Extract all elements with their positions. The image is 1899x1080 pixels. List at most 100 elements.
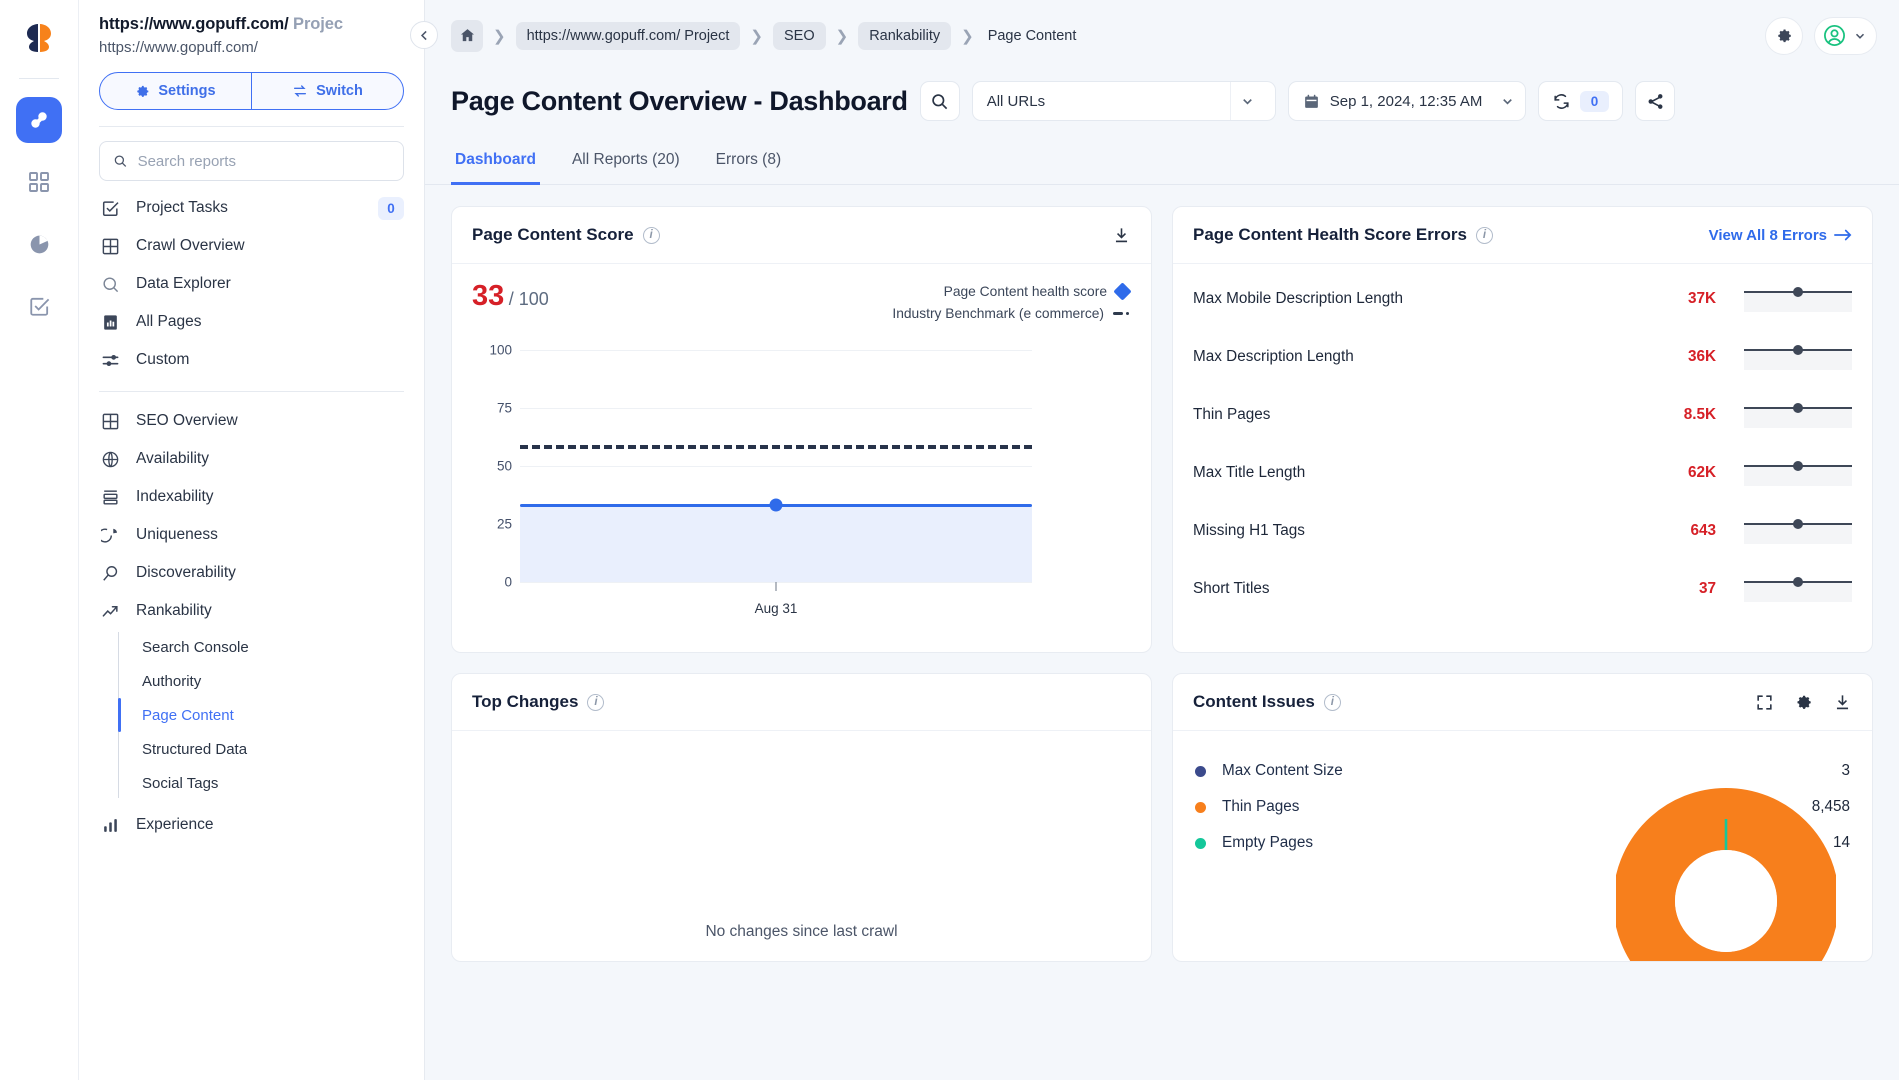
date-range-value: Sep 1, 2024, 12:35 AM [1330, 93, 1483, 110]
table-row[interactable]: Missing H1 Tags 643 [1193, 502, 1852, 560]
url-filter-select[interactable]: All URLs [972, 81, 1276, 121]
date-range-select[interactable]: Sep 1, 2024, 12:35 AM [1288, 81, 1526, 121]
error-sparkline [1744, 402, 1852, 428]
legend-label: Page Content health score [944, 284, 1107, 299]
table-row[interactable]: Thin Pages 8.5K [1193, 386, 1852, 444]
sidebar-item-custom[interactable]: Custom [99, 341, 404, 379]
error-name: Max Mobile Description Length [1193, 290, 1403, 308]
rail-item-apps[interactable] [16, 159, 62, 205]
download-icon [1112, 226, 1131, 245]
sidebar-item-data-explorer[interactable]: Data Explorer [99, 265, 404, 303]
sidebar-divider [99, 126, 404, 127]
url-filter-value: All URLs [987, 93, 1045, 110]
rail-item-tasks[interactable] [16, 283, 62, 329]
topbar-settings-button[interactable] [1765, 17, 1803, 55]
sidebar-item-label: Indexability [136, 488, 214, 506]
project-title-url: https://www.gopuff.com/ [99, 15, 289, 33]
sidebar: https://www.gopuff.com/ Projec https://w… [79, 0, 425, 1080]
score-data-point[interactable] [770, 499, 783, 512]
refresh-button[interactable]: 0 [1538, 81, 1624, 121]
breadcrumb-rankability[interactable]: Rankability [858, 22, 951, 50]
sidebar-item-project-tasks[interactable]: Project Tasks 0 [99, 189, 404, 227]
issue-label: Thin Pages [1222, 798, 1299, 816]
switch-button[interactable]: Switch [251, 73, 403, 109]
legend-dot [1195, 766, 1206, 777]
info-icon[interactable]: i [1476, 227, 1493, 244]
view-all-label: View All 8 Errors [1709, 227, 1827, 244]
table-row[interactable]: Short Titles 37 [1193, 560, 1852, 618]
top-changes-card: Top Changes i No changes since last craw… [451, 673, 1152, 962]
y-tick-100: 100 [489, 343, 512, 358]
error-value: 62K [1628, 464, 1716, 482]
sidebar-item-label: Discoverability [136, 564, 236, 582]
page-search-button[interactable] [920, 81, 960, 121]
topbar: ❯ https://www.gopuff.com/ Project ❯ SEO … [425, 0, 1899, 71]
y-tick-75: 75 [497, 401, 512, 416]
sidebar-item-availability[interactable]: Availability [99, 440, 404, 478]
sidebar-subitem-page-content[interactable]: Page Content [119, 698, 404, 732]
checkbox-icon [99, 199, 121, 218]
refresh-count-badge: 0 [1580, 91, 1610, 112]
tab-errors[interactable]: Errors (8) [712, 141, 785, 185]
card-title: Top Changes [472, 692, 578, 712]
x-tick [776, 582, 777, 591]
expand-button[interactable] [1755, 693, 1774, 712]
content-issues-settings-button[interactable] [1794, 693, 1813, 712]
card-title: Page Content Score [472, 225, 634, 245]
sidebar-item-rankability[interactable]: Rankability [99, 592, 404, 630]
magnifier-search-icon [99, 564, 121, 583]
sidebar-item-label: Uniqueness [136, 526, 218, 544]
table-row[interactable]: Max Title Length 62K [1193, 444, 1852, 502]
settings-button[interactable]: Settings [100, 73, 251, 109]
sidebar-item-uniqueness[interactable]: Uniqueness [99, 516, 404, 554]
content-issues-download-button[interactable] [1833, 693, 1852, 712]
sidebar-item-experience[interactable]: Experience [99, 806, 404, 844]
sidebar-item-crawl-overview[interactable]: Crawl Overview [99, 227, 404, 265]
breadcrumb-project[interactable]: https://www.gopuff.com/ Project [516, 22, 741, 50]
table-row[interactable]: Max Mobile Description Length 37K [1193, 270, 1852, 328]
sidebar-item-discoverability[interactable]: Discoverability [99, 554, 404, 592]
rail-item-projects[interactable] [16, 97, 62, 143]
calendar-icon [1303, 93, 1320, 110]
content-issues-card: Content Issues i [1172, 673, 1873, 962]
rail-divider [19, 78, 59, 79]
sidebar-item-all-pages[interactable]: All Pages [99, 303, 404, 341]
search-reports-box[interactable] [99, 141, 404, 181]
y-tick-50: 50 [497, 459, 512, 474]
sidebar-item-indexability[interactable]: Indexability [99, 478, 404, 516]
rail-item-analytics[interactable] [16, 221, 62, 267]
search-input[interactable] [138, 153, 390, 170]
chevron-left-icon [418, 29, 431, 42]
brand-logo-icon [19, 18, 59, 58]
table-row[interactable]: Max Description Length 36K [1193, 328, 1852, 386]
tab-all-reports[interactable]: All Reports (20) [568, 141, 684, 185]
download-button[interactable] [1112, 226, 1131, 245]
expand-icon [1755, 693, 1774, 712]
sidebar-nav: Project Tasks 0 Crawl Overview Data Expl… [99, 189, 404, 844]
error-name: Thin Pages [1193, 406, 1270, 424]
share-button[interactable] [1635, 81, 1675, 121]
view-all-errors-link[interactable]: View All 8 Errors [1709, 227, 1852, 244]
dashboard-grid: Page Content Score i 33 / 100 [425, 185, 1899, 962]
sidebar-subitem-authority[interactable]: Authority [119, 664, 404, 698]
breadcrumb-seo[interactable]: SEO [773, 22, 826, 50]
tab-dashboard[interactable]: Dashboard [451, 141, 540, 185]
sidebar-subitem-social-tags[interactable]: Social Tags [119, 766, 404, 800]
info-icon[interactable]: i [643, 227, 660, 244]
project-title: https://www.gopuff.com/ Projec [99, 15, 404, 34]
sidebar-subitem-search-console[interactable]: Search Console [119, 630, 404, 664]
score-line-chart: 100 75 50 25 0 [472, 350, 1032, 622]
y-tick-25: 25 [497, 517, 512, 532]
issue-label: Max Content Size [1222, 762, 1343, 780]
sidebar-collapse-button[interactable] [410, 21, 438, 49]
home-button[interactable] [451, 20, 483, 52]
error-sparkline [1744, 576, 1852, 602]
sidebar-item-seo-overview[interactable]: SEO Overview [99, 402, 404, 440]
info-icon[interactable]: i [1324, 694, 1341, 711]
sidebar-subitem-structured-data[interactable]: Structured Data [119, 732, 404, 766]
card-header: Page Content Health Score Errors i View … [1173, 207, 1872, 264]
switch-arrows-icon [292, 83, 308, 99]
user-menu[interactable] [1814, 17, 1877, 55]
error-sparkline [1744, 286, 1852, 312]
info-icon[interactable]: i [587, 694, 604, 711]
